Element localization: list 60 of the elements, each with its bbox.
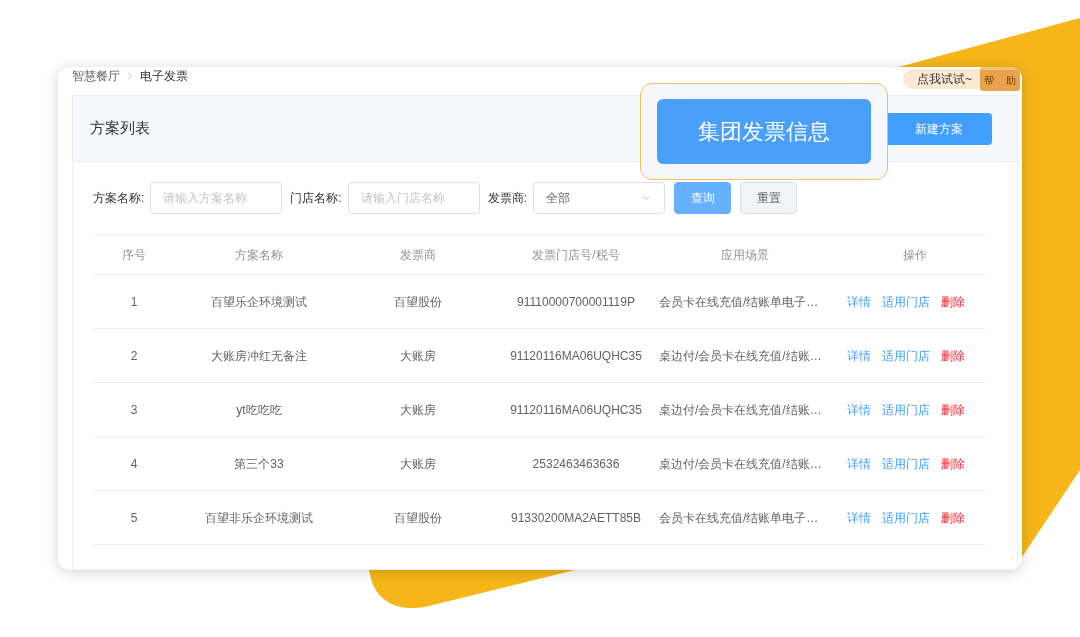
- table-cell-text: 大账房: [400, 347, 436, 365]
- table-cell-text: 大账房: [400, 401, 436, 419]
- table-cell-text: 桌边付/会员卡在线充值/结账…: [659, 347, 822, 365]
- table-cell-text: 大账房: [400, 455, 436, 473]
- column-header: 方案名称: [235, 247, 283, 264]
- column-header: 发票商: [400, 247, 436, 264]
- action-link[interactable]: 适用门店: [882, 292, 930, 311]
- search-button[interactable]: 查询: [674, 182, 732, 214]
- action-link[interactable]: 适用门店: [882, 400, 930, 419]
- table-cell-text: 会员卡在线充值/结账单电子…: [659, 293, 819, 311]
- action-link[interactable]: 适用门店: [882, 346, 930, 365]
- breadcrumb-link[interactable]: 智慧餐厅: [72, 67, 120, 85]
- text-input[interactable]: 请输入门店名称: [347, 182, 480, 214]
- table-cell-text: 1: [130, 293, 138, 311]
- table-cell-text: 2: [130, 347, 138, 365]
- table-cell-text: 百望乐企环境测试: [211, 293, 307, 311]
- action-link[interactable]: 详情: [847, 508, 871, 527]
- table-cell-text: 百望股份: [394, 509, 442, 527]
- table-cell-text: 91110000700001119P: [517, 293, 635, 311]
- table-cell-text: 5: [130, 509, 138, 527]
- action-link[interactable]: 详情: [847, 346, 871, 365]
- delete-link[interactable]: 删除: [941, 400, 965, 419]
- column-header: 操作: [902, 247, 927, 264]
- breadcrumb-current: 电子发票: [140, 68, 188, 85]
- table-cell-text: 大账房冲红无备注: [211, 347, 307, 365]
- column-header: 发票门店号/税号: [532, 247, 620, 264]
- table-cell-text: 4: [130, 455, 138, 473]
- column-header: 应用场景: [721, 247, 769, 264]
- table-cell-text: 会员卡在线充值/结账单电子…: [659, 509, 819, 527]
- field-label: 发票商:: [487, 190, 528, 207]
- action-link[interactable]: 详情: [847, 292, 871, 311]
- table-cell-text: 2532463463636: [532, 455, 620, 473]
- text-input[interactable]: 请输入方案名称: [150, 182, 283, 214]
- action-link[interactable]: 详情: [847, 454, 871, 473]
- table-cell-text: 桌边付/会员卡在线充值/结账…: [659, 401, 822, 419]
- delete-link[interactable]: 删除: [941, 508, 965, 527]
- table-cell-text: 第三个33: [234, 455, 284, 473]
- help-button[interactable]: 帮 助: [980, 67, 1020, 91]
- action-link[interactable]: 适用门店: [882, 508, 930, 527]
- dropdown-select[interactable]: 全部: [533, 182, 666, 214]
- table-cell-text: 3: [130, 401, 138, 419]
- delete-link[interactable]: 删除: [941, 454, 965, 473]
- group-invoice-button[interactable]: 集团发票信息: [657, 99, 871, 164]
- delete-link[interactable]: 删除: [941, 292, 965, 311]
- field-label: 门店名称:: [290, 190, 342, 207]
- action-link[interactable]: 详情: [847, 400, 871, 419]
- table-cell-text: 桌边付/会员卡在线充值/结账…: [659, 455, 822, 473]
- create-button[interactable]: 新建方案: [885, 112, 992, 145]
- table-cell-text: yt吃吃吃: [236, 401, 282, 419]
- table-cell-text: 91120116MA06UQHC35: [510, 401, 642, 419]
- action-link[interactable]: 适用门店: [882, 454, 930, 473]
- table-cell-text: 百望股份: [394, 293, 442, 311]
- table-cell-text: 百望非乐企环境测试: [205, 509, 313, 527]
- reset-button[interactable]: 重置: [740, 182, 798, 214]
- field-label: 方案名称:: [93, 190, 145, 207]
- delete-link[interactable]: 删除: [941, 346, 965, 365]
- table-cell-text: 91120116MA06UQHC35: [510, 347, 642, 365]
- panel-title: 方案列表: [90, 118, 150, 139]
- column-header: 序号: [122, 247, 146, 264]
- table-cell-text: 91330200MA2AETT85B: [510, 509, 642, 527]
